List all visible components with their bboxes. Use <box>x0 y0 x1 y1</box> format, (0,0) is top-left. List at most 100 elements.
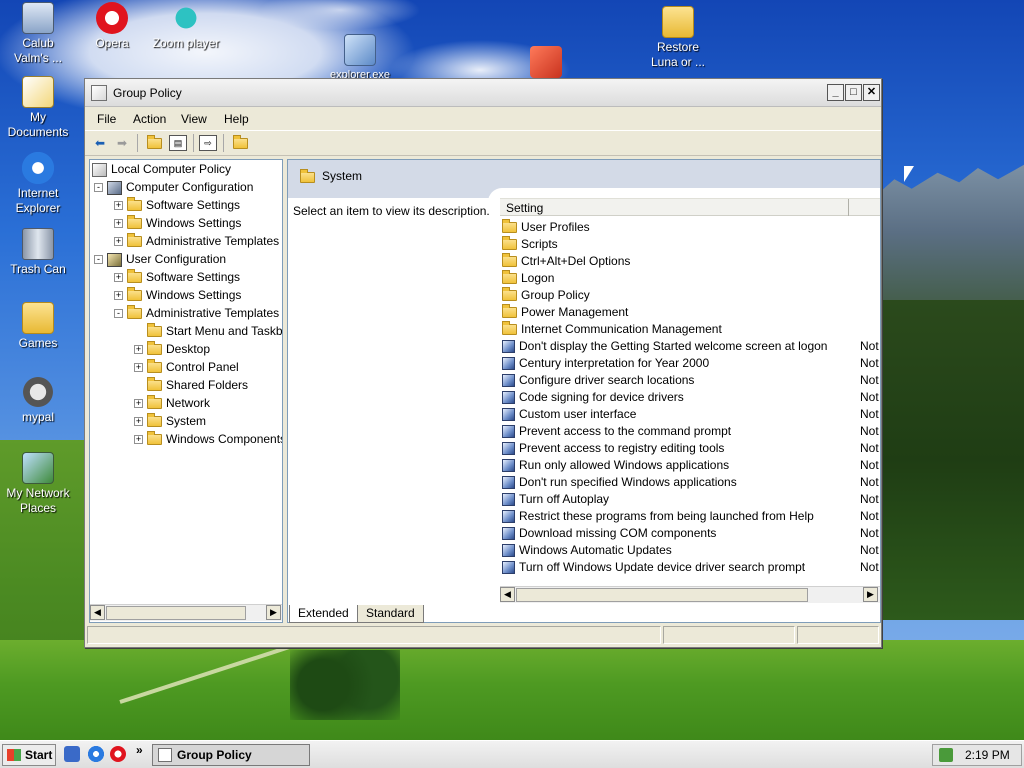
tree-node[interactable]: - User Configuration <box>94 250 226 268</box>
tree-node[interactable]: - Administrative Templates <box>114 304 279 322</box>
opera-icon[interactable] <box>110 746 126 762</box>
tree-node[interactable]: + System <box>134 412 206 430</box>
expand-icon[interactable]: + <box>134 417 143 427</box>
tab-extended[interactable]: Extended <box>289 605 358 623</box>
list-item[interactable]: Internet Communication Management <box>502 321 880 338</box>
desktop-icon-zoom-player[interactable]: Zoom player <box>148 2 224 51</box>
desktop-icon-explorer[interactable]: explorer.exe <box>322 34 398 83</box>
expand-icon[interactable]: + <box>114 201 123 211</box>
scroll-left-arrow-icon[interactable]: ◀ <box>90 605 105 620</box>
tree-node[interactable]: + Windows Settings <box>114 286 241 304</box>
tray-app-icon[interactable] <box>939 748 953 762</box>
list-item[interactable]: Ctrl+Alt+Del Options <box>502 253 880 270</box>
help-icon[interactable] <box>231 135 249 151</box>
scroll-right-arrow-icon[interactable]: ▶ <box>266 605 281 620</box>
tree-node-label: Windows Settings <box>146 216 242 230</box>
list-item[interactable]: Code signing for device drivers Not <box>502 389 880 406</box>
expand-icon[interactable]: + <box>114 291 123 301</box>
list-item[interactable]: Logon <box>502 270 880 287</box>
tree-node[interactable]: + Network <box>134 394 210 412</box>
collapse-icon[interactable]: - <box>94 255 103 265</box>
close-button[interactable]: ✕ <box>863 84 880 101</box>
column-separator[interactable] <box>848 199 849 216</box>
desktop-icon-internet-explorer[interactable]: Internet Explorer <box>0 152 76 216</box>
tree-node[interactable]: + Windows Settings <box>114 214 241 232</box>
menu-action[interactable]: Action <box>133 112 166 126</box>
collapse-icon[interactable]: - <box>94 183 103 193</box>
desktop-icon-my-network-places[interactable]: My Network Places <box>0 452 76 516</box>
show-hide-tree-icon[interactable]: ▤ <box>169 135 187 151</box>
list-item[interactable]: Download missing COM components Not <box>502 525 880 542</box>
list-item[interactable]: Run only allowed Windows applications Not <box>502 457 880 474</box>
expand-icon[interactable]: + <box>114 273 123 283</box>
forward-arrow-icon[interactable]: ➡ <box>113 135 131 151</box>
list-item[interactable]: Prevent access to the command prompt Not <box>502 423 880 440</box>
desktop-icon-label: Internet Explorer <box>15 186 61 215</box>
expand-icon[interactable]: + <box>114 237 123 247</box>
tree-node[interactable]: + Software Settings <box>114 196 240 214</box>
minimize-button[interactable]: _ <box>827 84 844 101</box>
back-arrow-icon[interactable]: ⬅ <box>91 135 109 151</box>
scroll-thumb[interactable] <box>106 606 246 620</box>
title-bar[interactable]: Group Policy _ □ ✕ <box>85 79 881 107</box>
expand-icon[interactable]: + <box>134 363 143 373</box>
desktop-icon-calub[interactable]: Calub Valm's ... <box>0 2 76 66</box>
desktop-icon-restore-luna[interactable]: Restore Luna or ... <box>640 6 716 70</box>
desktop-icon-games[interactable]: Games <box>0 302 76 351</box>
expand-icon[interactable]: + <box>134 399 143 409</box>
list-item[interactable]: Turn off Autoplay Not <box>502 491 880 508</box>
list-item[interactable]: Custom user interface Not <box>502 406 880 423</box>
ie-icon[interactable] <box>88 746 104 762</box>
scroll-right-arrow-icon[interactable]: ▶ <box>863 587 878 602</box>
show-desktop-icon[interactable] <box>64 746 80 762</box>
list-item[interactable]: Restrict these programs from being launc… <box>502 508 880 525</box>
list-item[interactable]: Prevent access to registry editing tools… <box>502 440 880 457</box>
tree-node[interactable]: Start Menu and Taskbar <box>134 322 282 340</box>
taskbar-item-group-policy[interactable]: Group Policy <box>152 744 310 766</box>
group-policy-icon <box>91 85 107 101</box>
list-item[interactable]: Power Management <box>502 304 880 321</box>
tree-root[interactable]: Local Computer Policy <box>92 160 231 178</box>
up-folder-icon[interactable] <box>145 135 163 151</box>
desktop-icon-trash-can[interactable]: Trash Can <box>0 228 76 277</box>
list-item[interactable]: User Profiles <box>502 219 880 236</box>
tree-node[interactable]: Shared Folders <box>134 376 248 394</box>
expand-icon[interactable]: + <box>134 435 143 445</box>
list-horizontal-scrollbar[interactable]: ◀ ▶ <box>500 586 880 603</box>
expand-icon[interactable]: + <box>114 219 123 229</box>
desktop-icon-opera[interactable]: Opera <box>74 2 150 51</box>
list-item[interactable]: Configure driver search locations Not <box>502 372 880 389</box>
list-item[interactable]: Don't run specified Windows applications… <box>502 474 880 491</box>
menu-view[interactable]: View <box>181 112 207 126</box>
menu-file[interactable]: File <box>97 112 116 126</box>
expand-icon[interactable]: + <box>134 345 143 355</box>
column-setting[interactable]: Setting <box>506 201 543 215</box>
list-item[interactable]: Turn off Windows Update device driver se… <box>502 559 880 576</box>
scroll-thumb[interactable] <box>516 588 808 602</box>
list-item[interactable]: Don't display the Getting Started welcom… <box>502 338 880 355</box>
quicklaunch-chevron-icon[interactable]: » <box>136 743 143 757</box>
tree-node[interactable]: + Software Settings <box>114 268 240 286</box>
tree-horizontal-scrollbar[interactable]: ◀ ▶ <box>90 604 282 621</box>
folder-icon <box>127 215 142 230</box>
tree-node[interactable]: + Desktop <box>134 340 210 358</box>
start-button[interactable]: Start <box>2 744 56 766</box>
menu-help[interactable]: Help <box>224 112 249 126</box>
tree-node[interactable]: + Administrative Templates <box>114 232 279 250</box>
desktop-icon-mypal[interactable]: mypal <box>0 376 76 425</box>
desktop-icon-app[interactable] <box>508 46 584 80</box>
export-list-icon[interactable]: ⇨ <box>199 135 217 151</box>
scroll-left-arrow-icon[interactable]: ◀ <box>500 587 515 602</box>
list-item[interactable]: Group Policy <box>502 287 880 304</box>
list-item[interactable]: Century interpretation for Year 2000 Not <box>502 355 880 372</box>
list-item[interactable]: Scripts <box>502 236 880 253</box>
tree-node[interactable]: + Windows Components <box>134 430 282 448</box>
tree-node[interactable]: - Computer Configuration <box>94 178 253 196</box>
list-item[interactable]: Windows Automatic Updates Not <box>502 542 880 559</box>
maximize-button[interactable]: □ <box>845 84 862 101</box>
clock[interactable]: 2:19 PM <box>965 745 1010 765</box>
tree-node[interactable]: + Control Panel <box>134 358 239 376</box>
desktop-icon-my-documents[interactable]: My Documents <box>0 76 76 140</box>
collapse-icon[interactable]: - <box>114 309 123 319</box>
tab-standard[interactable]: Standard <box>357 605 424 623</box>
